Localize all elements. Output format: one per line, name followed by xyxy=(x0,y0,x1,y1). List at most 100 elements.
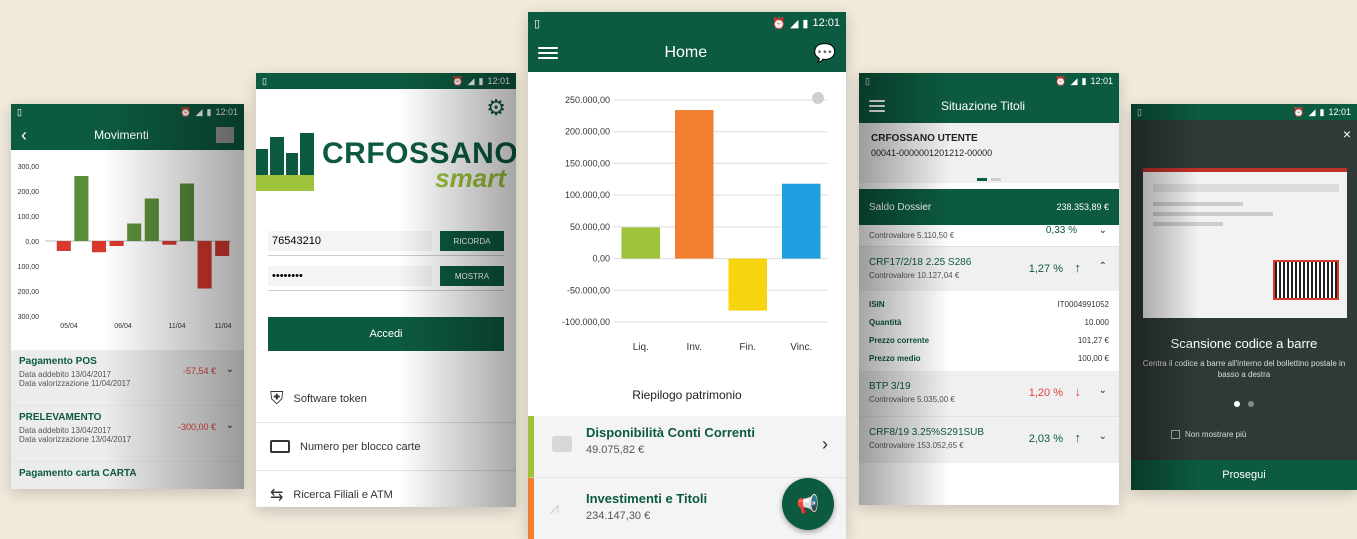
y-tick-label: 200,00 xyxy=(18,189,40,196)
titolo-row[interactable]: BTP 3/19 Controvalore 5.035,00 € 1,20 % … xyxy=(859,371,1119,417)
item-pct: 1,20 % xyxy=(1028,387,1063,399)
alarm-icon: ⏰ xyxy=(180,106,192,117)
bar[interactable] xyxy=(109,241,124,246)
login-button[interactable]: Accedi xyxy=(268,317,504,351)
checkbox[interactable] xyxy=(1171,430,1180,439)
continue-button[interactable]: Prosegui xyxy=(1131,460,1357,490)
signal-icon: ◢ xyxy=(789,17,799,30)
saldo-value: 238.353,89 € xyxy=(1056,202,1109,212)
item-title: CRF17/2/18 2.25 S286 xyxy=(869,257,972,268)
show-password-button[interactable]: MOSTRA xyxy=(440,266,504,286)
titolo-expanded[interactable]: CRF17/2/18 2.25 S286 Controvalore 10.127… xyxy=(859,247,1119,291)
item-amount: -57,54 € xyxy=(182,366,216,376)
battery-icon: ▮ xyxy=(1081,75,1087,86)
page-title: Situazione Titoli xyxy=(941,99,1026,113)
item-title: CRF8/19 3.25%S291SUB xyxy=(869,427,985,438)
menu-item-block-cards[interactable]: Numero per blocco carte xyxy=(256,423,516,471)
bar[interactable] xyxy=(215,241,230,256)
checkbox-label: Non mostrare più xyxy=(1185,430,1247,439)
bar[interactable] xyxy=(74,176,89,241)
item-sub: Controvalore 5.110,50 € xyxy=(869,231,955,240)
pager-dots xyxy=(1131,394,1357,412)
y-tick-label: -50.000,00 xyxy=(567,285,610,295)
list-item[interactable]: Pagamento POS Data addebito 13/04/2017 D… xyxy=(11,350,244,406)
bar[interactable] xyxy=(162,241,177,245)
bar[interactable] xyxy=(56,241,71,251)
x-tick-label: 11/04 xyxy=(169,323,186,330)
titolo-row[interactable]: CRF8/19 3.25%S291SUB Controvalore 153.05… xyxy=(859,417,1119,463)
chevron-down-icon[interactable]: ⌄ xyxy=(1099,225,1107,236)
login-menu: ⛨ Software token Numero per blocco carte… xyxy=(256,375,516,507)
x-tick-label: 06/04 xyxy=(114,323,132,330)
bar[interactable] xyxy=(91,241,107,253)
back-icon[interactable]: ‹ xyxy=(21,125,27,146)
page-title: Home xyxy=(664,44,708,61)
alarm-icon: ⏰ xyxy=(1293,106,1305,117)
gear-icon[interactable]: ⚙ xyxy=(486,95,506,121)
scan-description: Centra il codice a barre all'interno del… xyxy=(1142,359,1346,379)
alarm-icon: ⏰ xyxy=(772,17,786,30)
partial-row[interactable]: Controvalore 5.110,50 € 0,33 % ⌄ xyxy=(859,225,1119,247)
item-sub: Controvalore 153.052,65 € xyxy=(869,441,964,450)
arrow-down-icon: ↓ xyxy=(1074,384,1082,399)
y-tick-label: 100.000,00 xyxy=(565,190,610,200)
signal-icon: ◢ xyxy=(1070,75,1078,86)
y-tick-label: 200,00 xyxy=(18,289,40,296)
bar[interactable] xyxy=(127,223,142,242)
signal-icon: ◢ xyxy=(1308,106,1316,117)
dont-show-row[interactable]: Non mostrare più xyxy=(1171,430,1246,439)
x-tick-label: Vinc. xyxy=(790,342,812,353)
list-item[interactable]: PRELEVAMENTO Data addebito 13/04/2017 Da… xyxy=(11,406,244,462)
bollettino-image xyxy=(1143,168,1347,318)
detail-value: IT0004991052 xyxy=(1057,299,1109,309)
megaphone-icon: 📢 xyxy=(796,493,820,514)
sim-icon: ▯ xyxy=(262,75,267,86)
y-tick-label: 250.000,00 xyxy=(565,95,610,105)
chevron-down-icon[interactable]: ⌄ xyxy=(226,364,234,375)
chart-toggle-icon[interactable] xyxy=(216,127,234,143)
bar[interactable] xyxy=(179,183,195,242)
bar[interactable] xyxy=(674,110,714,259)
shield-icon: ⛨ xyxy=(270,388,284,408)
menu-icon[interactable] xyxy=(538,44,558,62)
bar[interactable] xyxy=(781,183,821,259)
chevron-down-icon[interactable]: ⌄ xyxy=(1099,385,1107,396)
menu-icon[interactable] xyxy=(869,97,885,115)
list-item-conti[interactable]: Disponibilità Conti Correnti 49.075,82 €… xyxy=(528,416,846,478)
arrow-up-icon: ↑ xyxy=(1074,430,1082,445)
password-field[interactable] xyxy=(268,266,432,286)
close-icon[interactable]: × xyxy=(1343,126,1351,142)
chevron-down-icon[interactable]: ⌄ xyxy=(226,420,234,431)
chevron-right-icon[interactable]: › xyxy=(822,434,828,455)
item-date: Data valorizzazione 13/04/2017 xyxy=(19,435,132,444)
menu-item-software-token[interactable]: ⛨ Software token xyxy=(256,375,516,423)
clock: 12:01 xyxy=(1328,107,1351,117)
chat-icon[interactable]: 💬 xyxy=(814,43,836,64)
titolo-details: ISIN IT0004991052 Quantità 10.000 Prezzo c… xyxy=(859,291,1119,371)
bar[interactable] xyxy=(621,227,661,259)
app-bar: Home 💬 xyxy=(528,34,846,72)
bar[interactable] xyxy=(197,241,212,289)
announce-fab[interactable]: 📢 xyxy=(782,478,834,530)
x-tick-label: Fin. xyxy=(739,342,756,353)
username-row: RICORDA xyxy=(268,231,504,256)
remember-button[interactable]: RICORDA xyxy=(440,231,504,251)
y-tick-label: 0,00 xyxy=(592,254,610,264)
username-field[interactable] xyxy=(268,231,432,251)
chevron-down-icon[interactable]: ⌄ xyxy=(1099,431,1107,442)
bar[interactable] xyxy=(728,258,768,311)
x-tick-label: Inv. xyxy=(687,342,702,353)
globe-icon[interactable] xyxy=(812,92,824,104)
status-bar: ▯ ⏰ ◢ ▮ 12:01 xyxy=(256,73,516,89)
saldo-bar: Saldo Dossier 238.353,89 € xyxy=(859,189,1119,225)
bar[interactable] xyxy=(144,198,159,242)
item-title: BTP 3/19 xyxy=(869,381,911,392)
chevron-up-icon[interactable]: ⌃ xyxy=(1099,261,1107,272)
alarm-icon: ⏰ xyxy=(452,75,464,86)
status-bar: ▯ ⏰ ◢ ▮ 12:01 xyxy=(11,104,244,120)
list-item[interactable]: Pagamento carta CARTA xyxy=(11,462,244,489)
menu-item-branch-search[interactable]: ⇆ Ricerca Filiali e ATM xyxy=(256,471,516,507)
clock: 12:01 xyxy=(215,107,238,117)
item-title: Pagamento carta CARTA xyxy=(19,468,137,479)
trend-icon: ⩘ xyxy=(550,500,560,517)
